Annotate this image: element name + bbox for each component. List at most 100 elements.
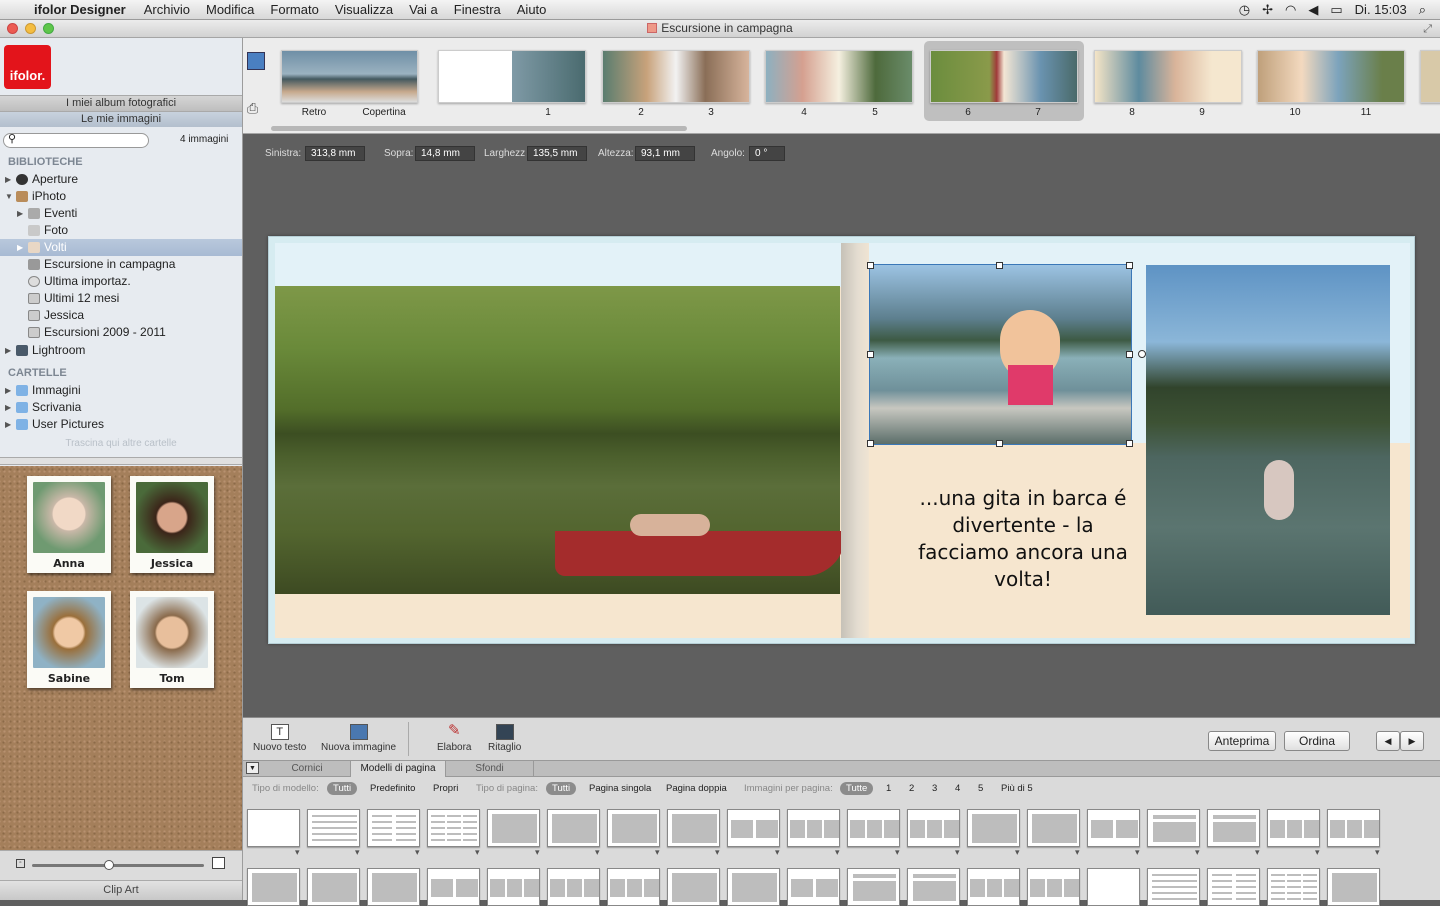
fullscreen-icon[interactable]: ⤢ xyxy=(1423,21,1432,38)
print-icon[interactable]: ⎙ xyxy=(247,100,265,118)
sidebar-folder-immagini[interactable]: ▶ Immagini xyxy=(0,382,242,399)
sidebar-item-aperture[interactable]: ▶ Aperture xyxy=(0,171,242,188)
filter-tutti[interactable]: Tutti xyxy=(327,782,358,795)
template-menu-icon[interactable]: ▾ xyxy=(1075,847,1080,858)
caption-text[interactable]: ...una gita in barca é divertente - la f… xyxy=(909,485,1137,593)
resize-handle[interactable] xyxy=(996,262,1003,269)
sidebar-item-jessica[interactable]: Jessica xyxy=(0,307,242,324)
template-menu-icon[interactable]: ▾ xyxy=(955,847,960,858)
template-menu-icon[interactable]: ▾ xyxy=(1375,847,1380,858)
clock[interactable]: Di. 15:03 xyxy=(1355,2,1407,17)
page-thumb-8-9[interactable] xyxy=(1094,50,1242,103)
spotlight-icon[interactable]: ⌕ xyxy=(1419,2,1426,18)
page-template-thumb[interactable] xyxy=(307,868,360,906)
my-albums-button[interactable]: I miei album fotografici xyxy=(0,95,242,111)
page-template-thumb[interactable] xyxy=(367,868,420,906)
zoom-out-icon[interactable]: ▫ xyxy=(16,859,25,868)
menu-archivio[interactable]: Archivio xyxy=(136,2,198,17)
disclosure-icon[interactable]: ▶ xyxy=(5,382,11,399)
page-template-thumb[interactable] xyxy=(547,868,600,906)
page-template-thumb[interactable] xyxy=(1207,868,1260,906)
page-template-thumb[interactable] xyxy=(487,868,540,906)
disclosure-icon[interactable]: ▼ xyxy=(5,188,13,205)
face-card-jessica[interactable]: Jessica xyxy=(130,476,214,573)
menu-finestra[interactable]: Finestra xyxy=(446,2,509,17)
preview-button[interactable]: Anteprima xyxy=(1208,731,1276,751)
page-template-thumb[interactable] xyxy=(487,809,540,847)
page-template-thumb[interactable] xyxy=(1267,809,1320,847)
page-template-thumb[interactable] xyxy=(1147,868,1200,906)
disclosure-icon[interactable]: ▶ xyxy=(5,399,11,416)
filter-per-tutte[interactable]: Tutte xyxy=(840,782,874,795)
splitter-handle[interactable] xyxy=(0,457,242,465)
new-text-button[interactable]: T Nuovo testo xyxy=(253,724,306,753)
filter-2[interactable]: 2 xyxy=(909,779,914,799)
page-template-thumb[interactable] xyxy=(247,809,300,847)
page-template-thumb[interactable] xyxy=(427,868,480,906)
order-button[interactable]: Ordina xyxy=(1284,731,1350,751)
filter-5[interactable]: 5 xyxy=(978,779,983,799)
new-image-button[interactable]: Nuova immagine xyxy=(321,724,396,753)
template-menu-icon[interactable]: ▾ xyxy=(1195,847,1200,858)
page-thumb-cover[interactable] xyxy=(281,50,418,103)
page-thumb-4-5[interactable] xyxy=(765,50,913,103)
template-menu-icon[interactable]: ▾ xyxy=(595,847,600,858)
zoom-window-icon[interactable] xyxy=(43,23,54,34)
sidebar-item-ultima-importazione[interactable]: Ultima importaz. xyxy=(0,273,242,290)
reeds-lake-photo[interactable] xyxy=(275,286,845,594)
resize-handle[interactable] xyxy=(1126,351,1133,358)
page-thumb-2-3[interactable] xyxy=(602,50,750,103)
disclosure-icon[interactable]: ▶ xyxy=(5,416,11,433)
bluetooth-icon[interactable]: ✢ xyxy=(1262,2,1273,18)
filter-pagina-singola[interactable]: Pagina singola xyxy=(589,779,651,799)
tab-cornici[interactable]: Cornici xyxy=(264,761,350,777)
tab-modelli-di-pagina[interactable]: Modelli di pagina xyxy=(350,761,446,777)
crop-button[interactable]: Ritaglio xyxy=(488,724,521,753)
template-menu-icon[interactable]: ▾ xyxy=(535,847,540,858)
disclosure-icon[interactable]: ▶ xyxy=(17,205,23,222)
zoom-in-icon[interactable] xyxy=(212,857,225,869)
template-menu-icon[interactable]: ▾ xyxy=(295,847,300,858)
page-thumb-6-7[interactable] xyxy=(930,50,1078,103)
pages-view-icon[interactable] xyxy=(247,52,265,70)
minimize-window-icon[interactable] xyxy=(25,23,36,34)
page-template-thumb[interactable] xyxy=(787,809,840,847)
face-card-tom[interactable]: Tom xyxy=(130,591,214,688)
height-field[interactable]: 93,1 mm xyxy=(635,146,695,161)
menu-visualizza[interactable]: Visualizza xyxy=(327,2,401,17)
page-thumb-12[interactable] xyxy=(1420,50,1440,103)
page-template-thumb[interactable] xyxy=(1087,868,1140,906)
sidebar-item-eventi[interactable]: ▶ Eventi xyxy=(0,205,242,222)
disclosure-icon[interactable]: ▶ xyxy=(5,171,11,188)
template-menu-icon[interactable]: ▾ xyxy=(715,847,720,858)
resize-handle[interactable] xyxy=(867,262,874,269)
page-template-thumb[interactable] xyxy=(427,809,480,847)
page-template-thumb[interactable] xyxy=(667,809,720,847)
wifi-icon[interactable]: ◠ xyxy=(1285,2,1296,18)
sidebar-item-foto[interactable]: Foto xyxy=(0,222,242,239)
template-menu-icon[interactable]: ▾ xyxy=(835,847,840,858)
template-menu-icon[interactable]: ▾ xyxy=(895,847,900,858)
edit-button[interactable]: ✎ Elabora xyxy=(437,723,471,753)
top-field[interactable]: 14,8 mm xyxy=(415,146,475,161)
close-window-icon[interactable] xyxy=(7,23,18,34)
page-template-thumb[interactable] xyxy=(1267,868,1320,906)
face-card-anna[interactable]: Anna xyxy=(27,476,111,573)
collapse-icon[interactable]: ▼ xyxy=(246,762,259,774)
filter-1[interactable]: 1 xyxy=(886,779,891,799)
zoom-slider-knob[interactable] xyxy=(104,860,115,870)
sidebar-item-ultimi-12-mesi[interactable]: Ultimi 12 mesi xyxy=(0,290,242,307)
sidebar-item-iphoto[interactable]: ▼ iPhoto xyxy=(0,188,242,205)
prev-page-button[interactable]: ◀ xyxy=(1376,731,1400,751)
search-input[interactable]: ⚲ xyxy=(3,133,149,148)
page-template-thumb[interactable] xyxy=(607,809,660,847)
page-template-thumb[interactable] xyxy=(907,809,960,847)
page-template-thumb[interactable] xyxy=(727,809,780,847)
menu-vai-a[interactable]: Vai a xyxy=(401,2,446,17)
next-page-button[interactable]: ▶ xyxy=(1400,731,1424,751)
page-template-thumb[interactable] xyxy=(607,868,660,906)
filter-predefinito[interactable]: Predefinito xyxy=(370,779,415,799)
page-template-thumb[interactable] xyxy=(547,809,600,847)
filter-propri[interactable]: Propri xyxy=(433,779,458,799)
page-template-thumb[interactable] xyxy=(1327,868,1380,906)
